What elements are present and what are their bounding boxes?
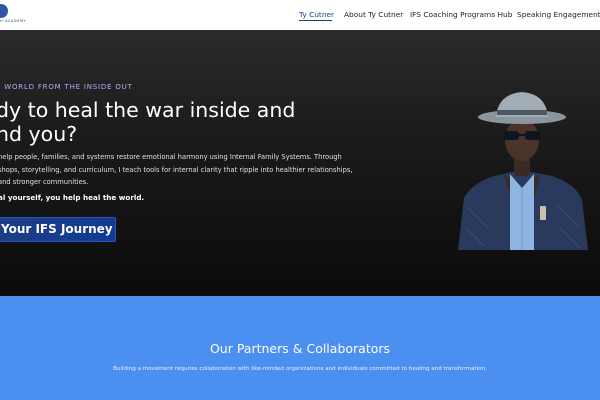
nav-active-underline bbox=[299, 20, 332, 21]
partners-description: Building a movement requires collaborati… bbox=[113, 366, 487, 372]
hero-section: E WORLD FROM THE INSIDE OUT dy to heal t… bbox=[0, 30, 600, 296]
main-nav: Ty Cutner About Ty Cutner IFS Coaching P… bbox=[0, 10, 600, 24]
hero-tagline: al yourself, you help heal the world. bbox=[0, 193, 145, 202]
hero-paragraph: help people, families, and systems resto… bbox=[0, 151, 353, 189]
nav-item-speaking[interactable]: Speaking Engagements bbox=[517, 10, 600, 19]
partners-title: Our Partners & Collaborators bbox=[209, 341, 391, 356]
partners-section: Our Partners & Collaborators Building a … bbox=[0, 296, 600, 400]
hero-headline-line: nd you? bbox=[0, 122, 78, 146]
hero-headline-line: dy to heal the war inside and bbox=[0, 98, 296, 122]
site-header: H ACADEMY Ty Cutner About Ty Cutner IFS … bbox=[0, 0, 600, 30]
nav-item-ifs-coaching-hub[interactable]: IFS Coaching Programs Hub bbox=[410, 10, 512, 19]
hero-paragraph-line: help people, families, and systems resto… bbox=[0, 153, 342, 161]
portrait-image bbox=[458, 92, 588, 250]
nav-item-ty-cutner[interactable]: Ty Cutner bbox=[299, 10, 334, 19]
hero-eyebrow: E WORLD FROM THE INSIDE OUT bbox=[0, 83, 133, 91]
hero-paragraph-line: shops, storytelling, and curriculum, I t… bbox=[0, 165, 353, 174]
nav-item-about[interactable]: About Ty Cutner bbox=[344, 10, 403, 19]
hero-headline: dy to heal the war inside and nd you? bbox=[0, 98, 296, 146]
hero-paragraph-line: and stronger communities. bbox=[0, 178, 89, 187]
start-ifs-journey-button[interactable]: Your IFS Journey bbox=[0, 217, 116, 242]
